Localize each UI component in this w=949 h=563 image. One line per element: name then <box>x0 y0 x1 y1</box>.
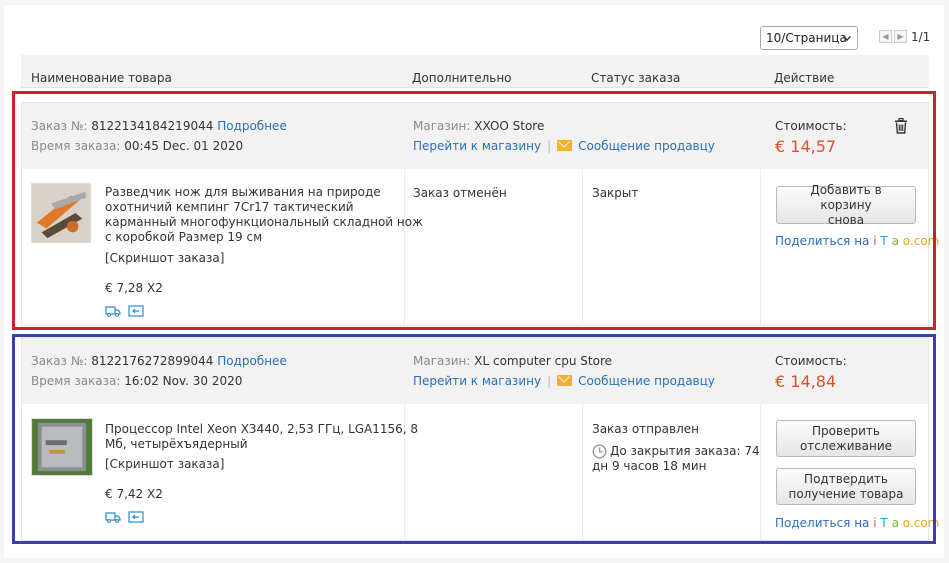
add-to-cart-again-button[interactable]: Добавить в корзину снова <box>776 183 916 227</box>
order-card: Заказ №: 8122134184219044 Подробнее Врем… <box>21 102 939 326</box>
chevron-left-icon: ◀ <box>882 32 889 41</box>
product-title[interactable]: Разведчик нож для выживания на природе о… <box>105 185 423 245</box>
header-status: Статус заказа <box>591 71 681 85</box>
order-cost: € 14,57 <box>775 137 837 156</box>
unit-price: € 7,28 X2 <box>105 281 163 295</box>
order-snapshot-link[interactable]: [Скриншот заказа] <box>105 251 224 265</box>
extra-status: Заказ отменён <box>413 186 507 200</box>
order-cost: € 14,84 <box>775 372 837 391</box>
shipping-truck-icon[interactable] <box>105 305 121 317</box>
go-to-store-link[interactable]: Перейти к магазину <box>413 374 541 388</box>
close-countdown: До закрытия заказа: 74 дн 9 часов 18 мин <box>592 444 760 473</box>
order-header: Заказ №: 8122176272899044 Подробнее Врем… <box>22 338 928 404</box>
prev-page-button[interactable]: ◀ <box>879 30 892 43</box>
chevron-right-icon: ▶ <box>897 32 904 41</box>
order-time: 00:45 Dec. 01 2020 <box>124 139 244 153</box>
order-details-link[interactable]: Подробнее <box>217 354 287 368</box>
order-number: 8122176272899044 <box>91 354 214 368</box>
per-page-value: 10/Страница <box>766 31 847 45</box>
product-thumbnail-cpu[interactable] <box>31 418 93 476</box>
order-card: Заказ №: 8122176272899044 Подробнее Врем… <box>21 337 939 541</box>
cost-label: Стоимость: <box>775 119 847 133</box>
order-number-label: Заказ №: <box>31 119 88 133</box>
mail-icon <box>557 375 573 386</box>
header-action: Действие <box>774 71 835 85</box>
order-snapshot-link[interactable]: [Скриншот заказа] <box>105 457 224 471</box>
order-details-link[interactable]: Подробнее <box>217 119 287 133</box>
store-label: Магазин: <box>413 119 471 133</box>
message-seller-link[interactable]: Сообщение продавцу <box>578 374 715 388</box>
order-status: Заказ отправлен <box>592 422 699 436</box>
store-name: XXOO Store <box>474 119 545 133</box>
message-seller-link[interactable]: Сообщение продавцу <box>578 139 715 153</box>
product-thumbnail-knife[interactable] <box>31 183 91 243</box>
return-icon[interactable] <box>128 511 144 523</box>
return-icon[interactable] <box>128 305 144 317</box>
share-link[interactable]: Поделиться на i T a o.com <box>775 516 939 530</box>
order-time-label: Время заказа: <box>31 139 121 153</box>
unit-price: € 7,42 X2 <box>105 487 163 501</box>
product-title[interactable]: Процессор Intel Xeon X3440, 2,53 ГГц, LG… <box>105 422 418 452</box>
table-header: Наименование товара Дополнительно Статус… <box>21 55 929 88</box>
order-time: 16:02 Nov. 30 2020 <box>124 374 243 388</box>
order-number-label: Заказ №: <box>31 354 88 368</box>
order-header: Заказ №: 8122134184219044 Подробнее Врем… <box>22 103 928 169</box>
order-status: Закрыт <box>592 186 639 200</box>
order-time-label: Время заказа: <box>31 374 121 388</box>
share-link[interactable]: Поделиться на i T a o.com <box>775 234 939 248</box>
shipping-truck-icon[interactable] <box>105 511 121 523</box>
trash-icon[interactable] <box>894 118 908 134</box>
header-product: Наименование товара <box>31 71 172 85</box>
cost-label: Стоимость: <box>775 354 847 368</box>
page-count: 1/1 <box>911 30 931 44</box>
per-page-select[interactable]: 10/Страница <box>760 26 858 50</box>
go-to-store-link[interactable]: Перейти к магазину <box>413 139 541 153</box>
confirm-receipt-button[interactable]: Подтвердить получение товара <box>776 468 916 505</box>
mail-icon <box>557 140 573 151</box>
next-page-button[interactable]: ▶ <box>894 30 907 43</box>
store-name: XL computer cpu Store <box>474 354 613 368</box>
store-label: Магазин: <box>413 354 471 368</box>
track-order-button[interactable]: Проверить отслеживание <box>776 420 916 457</box>
header-extra: Дополнительно <box>412 71 512 85</box>
order-number: 8122134184219044 <box>91 119 214 133</box>
